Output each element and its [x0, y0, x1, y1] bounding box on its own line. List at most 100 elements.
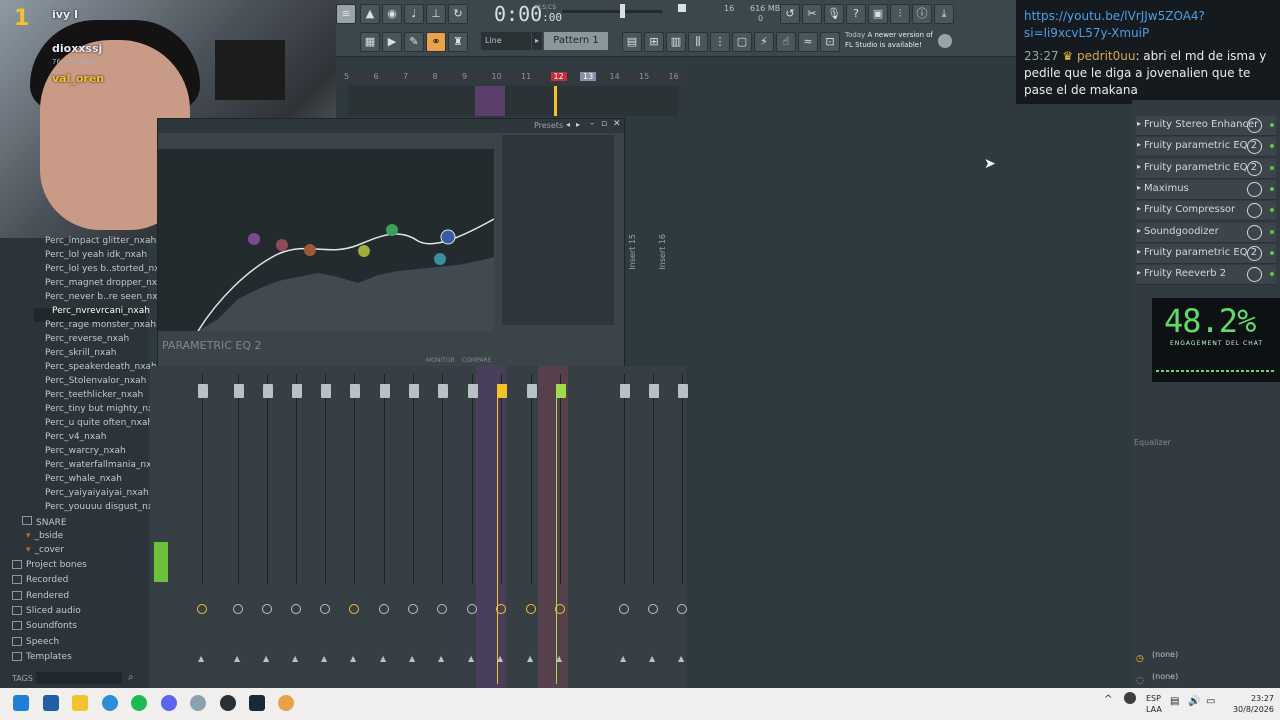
minimize-icon[interactable]: – [590, 119, 595, 129]
save-icon[interactable]: ▣ [868, 4, 888, 24]
browser-item[interactable]: Perc_never b..re seen_nxah [45, 292, 169, 302]
eq-presets[interactable]: Presets [534, 121, 563, 130]
file-explorer-icon[interactable] [72, 695, 88, 711]
slot-arrow-icon[interactable]: ▸ [1137, 183, 1141, 192]
mix-knob[interactable] [1247, 181, 1262, 197]
route-arrow-icon[interactable]: ▲ [263, 654, 269, 663]
help-icon[interactable]: ? [846, 4, 866, 24]
edge-icon[interactable] [102, 695, 118, 711]
metronome-icon[interactable]: ⊥ [426, 4, 446, 24]
slot-enable-led[interactable] [1270, 229, 1274, 234]
pan-knob[interactable] [619, 604, 629, 614]
mixer-fader[interactable] [234, 384, 244, 398]
browser-item[interactable]: Perc_youuuu disgust_nxah [45, 502, 164, 512]
playlist-ruler[interactable]: 5 6 7 8 9 10 11 12 13 14 15 16 [338, 70, 688, 84]
slot-enable-led[interactable] [1270, 272, 1274, 277]
route-arrow-icon[interactable]: ▲ [321, 654, 327, 663]
pan-knob[interactable] [408, 604, 418, 614]
browser-item[interactable]: Perc_u quite often_nxah [45, 418, 153, 428]
parametric-eq-window[interactable]: Presets ◂ ▸ – ▫ ✕ PARAMETRIC EQ 2 MONITO… [157, 118, 625, 368]
pattern-select[interactable]: Pattern 1 [544, 32, 608, 50]
piano-roll-icon[interactable]: ▦ [360, 32, 380, 52]
pan-knob[interactable] [320, 604, 330, 614]
maximize-icon[interactable]: ▫ [601, 119, 607, 129]
mixer-fader[interactable] [527, 384, 537, 398]
pan-knob[interactable] [648, 604, 658, 614]
route-arrow-icon[interactable]: ▲ [649, 654, 655, 663]
slot-arrow-icon[interactable]: ▸ [1137, 247, 1141, 256]
browser-item[interactable]: Perc_waterfallmania_nxah [45, 460, 163, 470]
preset-next-icon[interactable]: ▸ [576, 120, 580, 129]
browser-folder[interactable]: Templates [12, 651, 72, 662]
effect-slot[interactable]: ▸ Fruity parametric EQ 2 [1136, 158, 1276, 179]
browser-item[interactable]: Perc_reverse_nxah [45, 334, 129, 344]
mixer-fader[interactable] [350, 384, 360, 398]
bside-item[interactable]: ▾ _bside [26, 531, 63, 541]
steam-icon[interactable] [249, 695, 265, 711]
download-icon[interactable]: ⤓ [934, 4, 954, 24]
tempo-tapper-icon[interactable]: ≈ [798, 32, 818, 52]
browser-item[interactable]: Perc_v4_nxah [45, 432, 106, 442]
snare-folder[interactable]: SNARE [22, 516, 67, 528]
pan-knob[interactable] [197, 604, 207, 614]
slot-enable-led[interactable] [1270, 165, 1274, 170]
pan-knob[interactable] [555, 604, 565, 614]
fl-logo-icon[interactable] [938, 34, 952, 48]
browser-item[interactable]: Perc_lol yes b..storted_nxah [45, 264, 171, 274]
browser-item[interactable]: Perc_magnet dropper_nxah [45, 278, 168, 288]
route-arrow-icon[interactable]: ▲ [556, 654, 562, 663]
plugin-icon[interactable]: ⚡ [754, 32, 774, 52]
volume-icon[interactable]: 🔊 [1188, 696, 1200, 707]
slot-arrow-icon[interactable]: ▸ [1137, 119, 1141, 128]
windows-start-icon[interactable] [13, 695, 29, 711]
playlist-icon[interactable]: ▤ [622, 32, 642, 52]
master-volume-handle[interactable] [620, 4, 625, 18]
slot-enable-led[interactable] [1270, 250, 1274, 255]
refresh-icon[interactable]: ↺ [780, 4, 800, 24]
slot-enable-led[interactable] [1270, 144, 1274, 149]
mixer-fader[interactable] [620, 384, 630, 398]
mix-knob[interactable] [1247, 118, 1262, 133]
mixer-panel[interactable] [150, 366, 686, 688]
touch-icon[interactable]: ☝ [776, 32, 796, 52]
browser-item[interactable]: Perc_yaiyaiyaiyai_nxah [45, 488, 149, 498]
preset-prev-icon[interactable]: ◂ [566, 120, 570, 129]
mixer-fader[interactable] [409, 384, 419, 398]
spotify-icon[interactable] [131, 695, 147, 711]
piano-roll-view-icon[interactable]: ▥ [666, 32, 686, 52]
slot-enable-led[interactable] [1270, 123, 1274, 127]
obs-icon[interactable] [220, 695, 236, 711]
network-icon[interactable]: ▤ [1170, 696, 1179, 707]
pan-knob[interactable] [262, 604, 272, 614]
slot-enable-led[interactable] [1270, 208, 1274, 213]
mix-knob[interactable] [1247, 224, 1262, 240]
pan-knob[interactable] [379, 604, 389, 614]
pan-knob[interactable] [526, 604, 536, 614]
browser-folder[interactable]: Project bones [12, 560, 87, 570]
mixer-fader[interactable] [198, 384, 208, 398]
browser-folder[interactable]: Rendered [12, 590, 69, 601]
mixer-fader[interactable] [292, 384, 302, 398]
band-6-handle[interactable] [434, 253, 446, 265]
news-panel[interactable]: Today A newer version of FL Studio is av… [845, 30, 935, 52]
chat-link[interactable]: https://youtu.be/lVrJJw5ZOA4?si=li9xcvL5… [1024, 8, 1278, 42]
band-4-handle[interactable] [358, 245, 370, 257]
battery-icon[interactable]: ▭ [1206, 696, 1215, 707]
search-icon[interactable]: ⌕ [128, 672, 134, 683]
slot-arrow-icon[interactable]: ▸ [1137, 226, 1141, 235]
mixer-fader[interactable] [321, 384, 331, 398]
route-arrow-icon[interactable]: ▲ [409, 654, 415, 663]
pattern-prev-icon[interactable]: ▸ [532, 32, 542, 50]
pan-knob[interactable] [467, 604, 477, 614]
menu-icon[interactable]: ≡ [336, 4, 356, 24]
effect-slot[interactable]: ▸ Fruity parametric EQ 2 [1136, 243, 1276, 264]
eq-compare[interactable]: COMPARE [462, 357, 491, 364]
eq-graph[interactable] [158, 149, 495, 332]
route-arrow-icon[interactable]: ▲ [438, 654, 444, 663]
master-volume-slider[interactable] [562, 10, 662, 13]
mix-knob[interactable] [1247, 203, 1262, 219]
pan-knob[interactable] [496, 604, 506, 614]
stamp-icon[interactable]: ♜ [448, 32, 468, 52]
band-5-handle[interactable] [386, 224, 398, 236]
browser-icon[interactable]: ▢ [732, 32, 752, 52]
